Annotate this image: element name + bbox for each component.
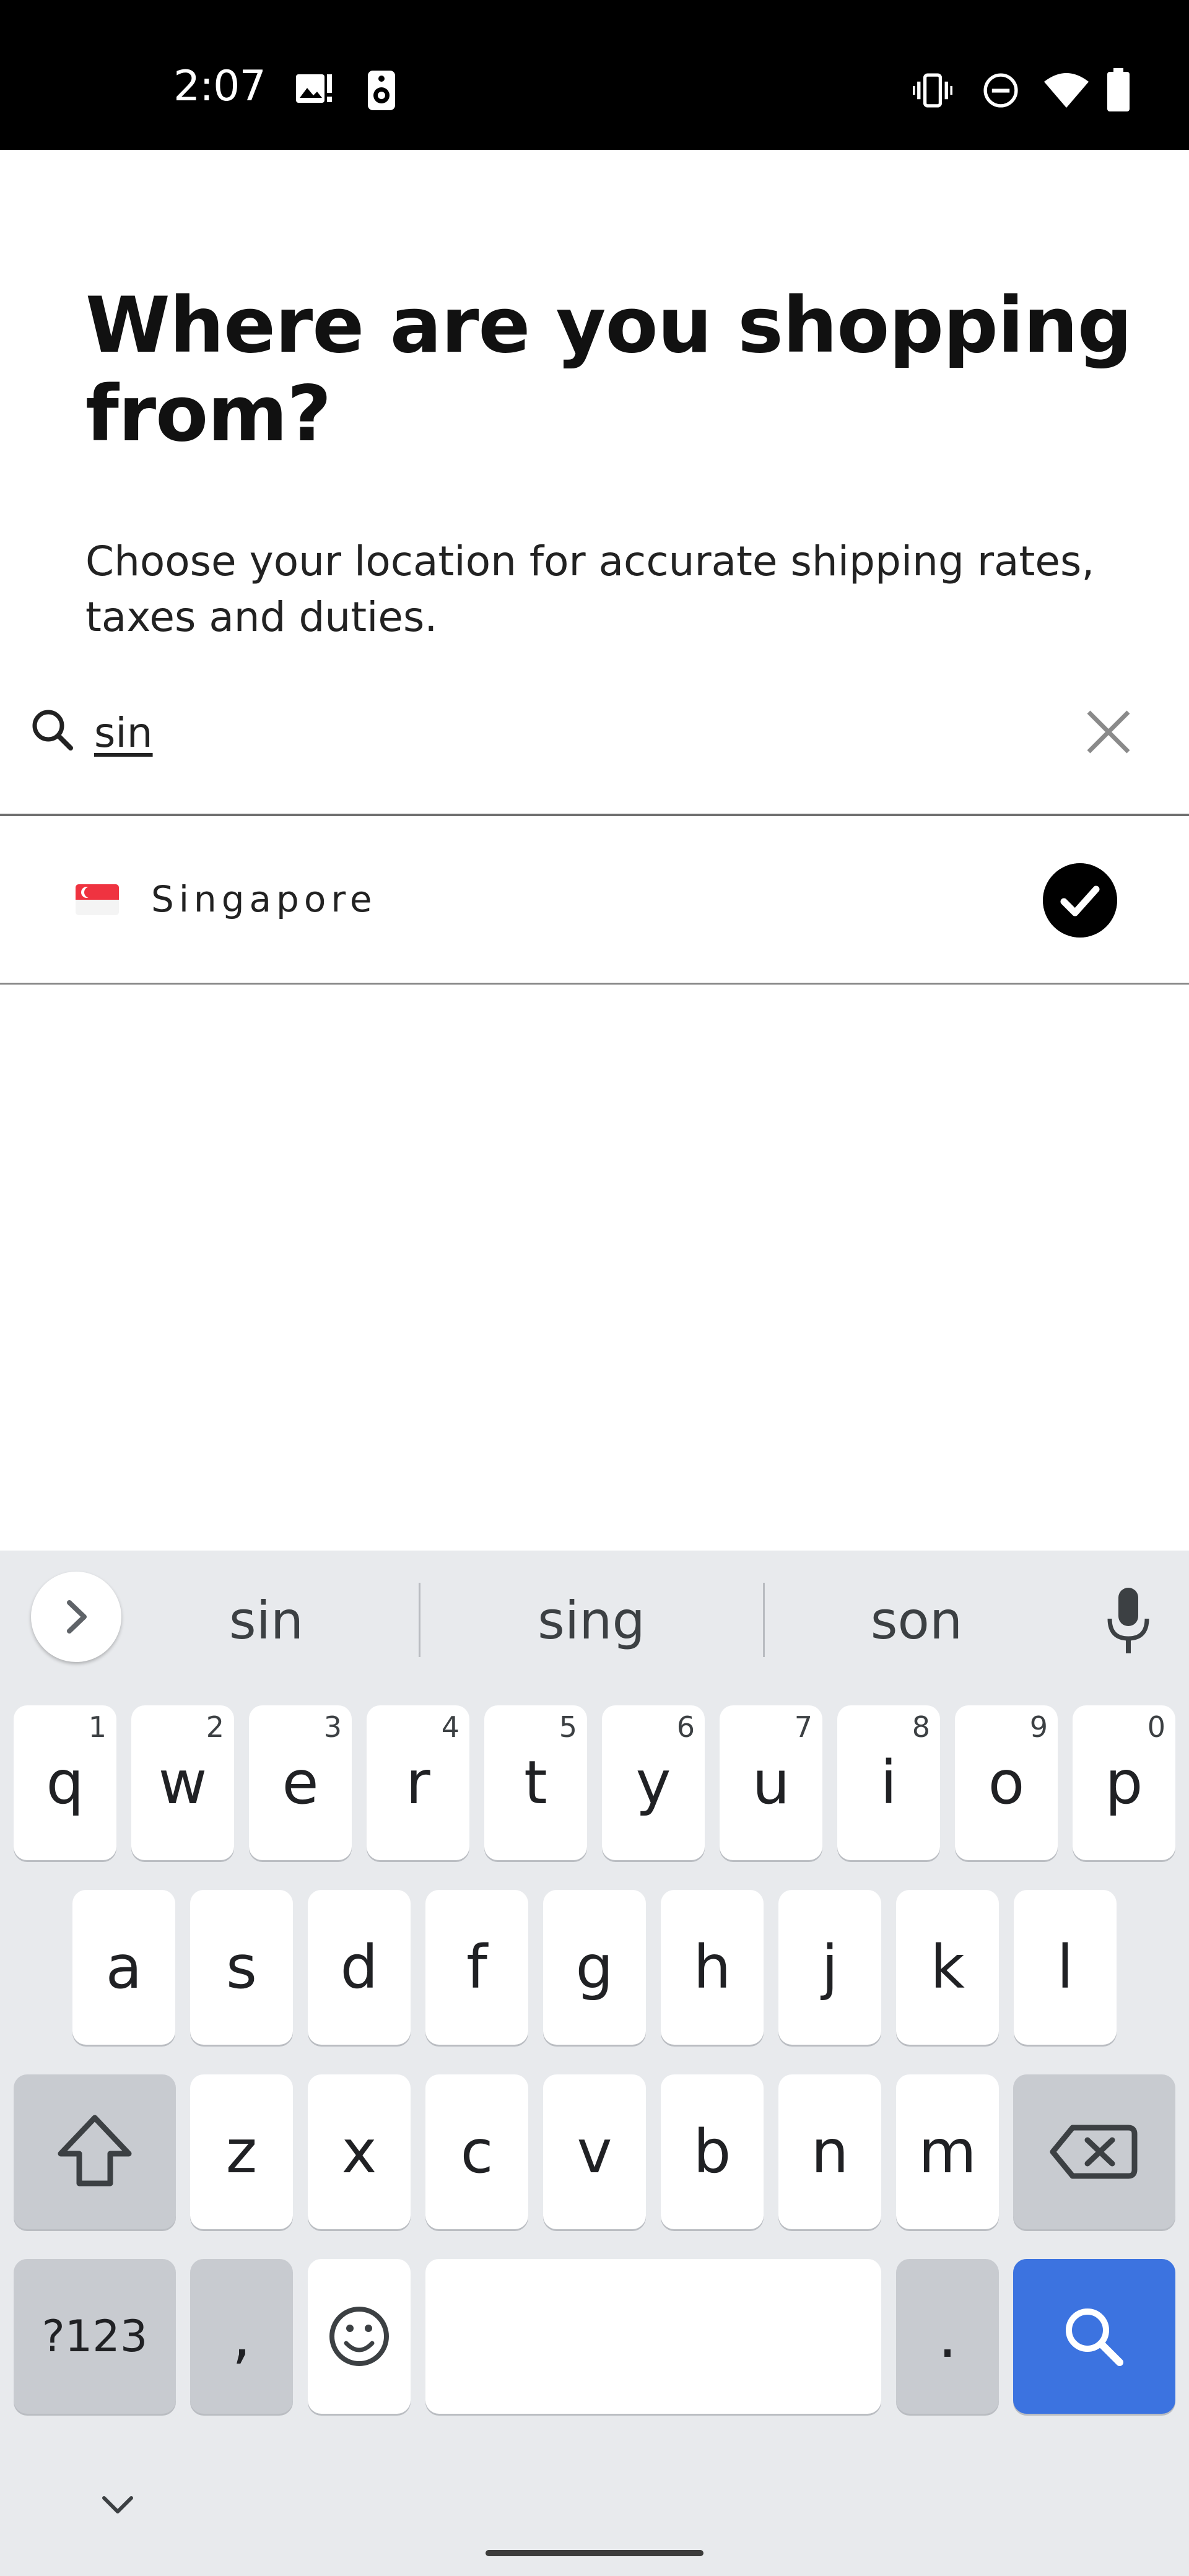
suggestions-expand-button[interactable]	[31, 1572, 121, 1662]
wifi-icon	[1044, 73, 1089, 108]
backspace-icon	[1050, 2125, 1138, 2179]
key-c[interactable]: c	[425, 2074, 528, 2229]
list-item-singapore[interactable]: Singapore	[0, 819, 1189, 985]
key-j[interactable]: j	[778, 1890, 881, 2045]
key-q[interactable]: q1	[14, 1705, 116, 1860]
suggestion-2[interactable]: sing	[468, 1590, 715, 1658]
key-r[interactable]: r4	[367, 1705, 469, 1860]
search-input[interactable]	[94, 705, 1023, 760]
suggestion-3[interactable]: son	[793, 1590, 1040, 1658]
key-z[interactable]: z	[190, 2074, 293, 2229]
key-y[interactable]: y6	[602, 1705, 705, 1860]
suggestion-divider	[763, 1583, 765, 1657]
key-n[interactable]: n	[778, 2074, 881, 2229]
search-icon	[32, 710, 73, 751]
battery-icon	[1107, 68, 1130, 111]
comma-key[interactable]: ,	[190, 2259, 293, 2414]
search-action-key[interactable]	[1013, 2259, 1175, 2414]
shift-key[interactable]	[14, 2074, 176, 2229]
search-icon	[1066, 2308, 1123, 2366]
home-gesture-bar[interactable]	[486, 2550, 703, 2556]
key-m[interactable]: m	[896, 2074, 999, 2229]
key-b[interactable]: b	[661, 2074, 764, 2229]
page-subtitle: Choose your location for accurate shippi…	[85, 537, 1095, 641]
selected-check-icon	[1043, 863, 1117, 938]
key-v[interactable]: v	[543, 2074, 646, 2229]
key-d[interactable]: d	[308, 1890, 411, 2045]
status-bar: 2:07	[0, 0, 1189, 150]
vibrate-icon	[913, 73, 952, 108]
space-key[interactable]	[425, 2259, 881, 2414]
backspace-key[interactable]	[1013, 2074, 1175, 2229]
emoji-icon	[329, 2307, 389, 2366]
keyboard-hide-chevron-icon[interactable]	[99, 2493, 136, 2518]
key-s[interactable]: s	[190, 1890, 293, 2045]
on-screen-keyboard: sin sing son q1 w2 e3 r4 t5 y6 u7 i8 o9 …	[0, 1551, 1189, 2576]
key-i[interactable]: i8	[837, 1705, 940, 1860]
search-bar	[0, 681, 1189, 816]
symbols-key[interactable]: ?123	[14, 2259, 176, 2414]
key-u[interactable]: u7	[720, 1705, 822, 1860]
key-w[interactable]: w2	[131, 1705, 234, 1860]
chevron-right-icon	[67, 1600, 87, 1634]
key-l[interactable]: l	[1014, 1890, 1117, 2045]
page-title: Where are you shopping from?	[85, 281, 1132, 459]
do-not-disturb-icon	[983, 73, 1018, 108]
key-a[interactable]: a	[72, 1890, 175, 2045]
speaker-icon	[368, 71, 395, 110]
key-p[interactable]: p0	[1073, 1705, 1175, 1860]
shift-icon	[58, 2115, 132, 2187]
key-e[interactable]: e3	[249, 1705, 352, 1860]
key-k[interactable]: k	[896, 1890, 999, 2045]
suggestion-divider	[419, 1583, 420, 1657]
suggestion-1[interactable]: sin	[142, 1590, 390, 1658]
close-icon[interactable]	[1082, 706, 1135, 758]
period-key[interactable]: .	[896, 2259, 999, 2414]
microphone-icon[interactable]	[1104, 1588, 1153, 1656]
key-g[interactable]: g	[543, 1890, 646, 2045]
key-h[interactable]: h	[661, 1890, 764, 2045]
status-time: 2:07	[173, 62, 266, 111]
key-x[interactable]: x	[308, 2074, 411, 2229]
key-t[interactable]: t5	[484, 1705, 587, 1860]
key-o[interactable]: o9	[955, 1705, 1058, 1860]
key-f[interactable]: f	[425, 1890, 528, 2045]
country-label: Singapore	[151, 878, 377, 920]
emoji-key[interactable]	[308, 2259, 411, 2414]
image-alert-icon	[296, 74, 332, 103]
singapore-flag-icon	[76, 884, 119, 915]
